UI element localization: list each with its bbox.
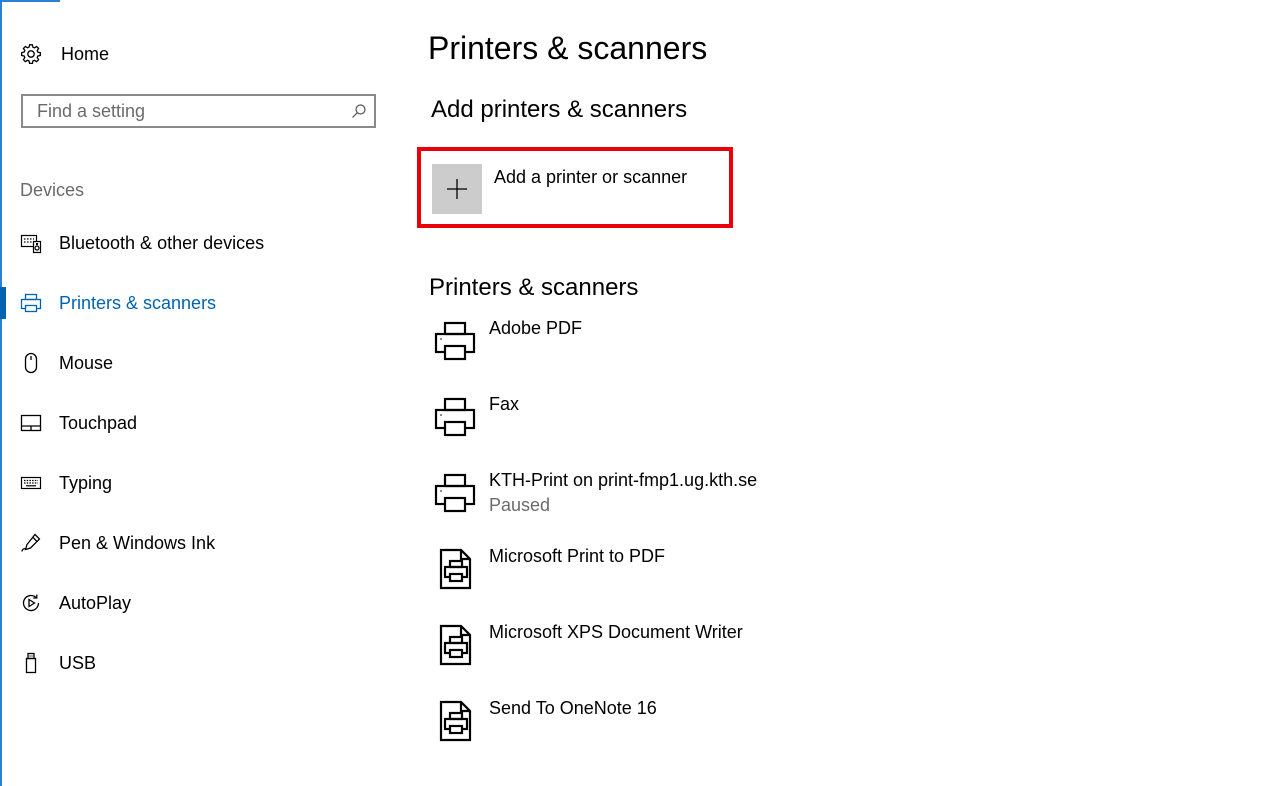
printer-icon bbox=[432, 394, 478, 440]
sidebar-item-mouse[interactable]: Mouse bbox=[0, 343, 400, 383]
device-name: KTH-Print on print-fmp1.ug.kth.se bbox=[489, 470, 758, 490]
plus-icon bbox=[432, 164, 482, 214]
add-printer-label: Add a printer or scanner bbox=[494, 167, 688, 187]
search-icon[interactable] bbox=[344, 96, 374, 126]
settings-sidebar: Home Devices Bluetooth & other devices bbox=[0, 0, 400, 786]
sidebar-item-label: Mouse bbox=[59, 352, 114, 373]
sidebar-item-printers[interactable]: Printers & scanners bbox=[0, 283, 400, 323]
device-item[interactable]: Send To OneNote 16 bbox=[432, 698, 932, 758]
pen-icon bbox=[20, 532, 42, 554]
sidebar-item-label: Printers & scanners bbox=[59, 292, 217, 313]
sidebar-item-bluetooth[interactable]: Bluetooth & other devices bbox=[0, 223, 400, 263]
mouse-icon bbox=[20, 352, 42, 374]
device-item[interactable]: Adobe PDF bbox=[432, 318, 932, 378]
sidebar-item-typing[interactable]: Typing bbox=[0, 463, 400, 503]
document-printer-icon bbox=[432, 622, 478, 668]
search-box bbox=[21, 94, 376, 128]
device-name: Microsoft Print to PDF bbox=[489, 546, 666, 566]
sidebar-item-label: AutoPlay bbox=[59, 592, 132, 613]
document-printer-icon bbox=[432, 546, 478, 592]
device-item[interactable]: Fax bbox=[432, 394, 932, 454]
sidebar-item-pen[interactable]: Pen & Windows Ink bbox=[0, 523, 400, 563]
usb-icon bbox=[20, 652, 42, 674]
keyboard-icon bbox=[20, 472, 42, 494]
page-title: Printers & scanners bbox=[428, 30, 708, 66]
add-section-title: Add printers & scanners bbox=[431, 96, 688, 123]
add-printer-button[interactable]: Add a printer or scanner bbox=[432, 164, 687, 214]
device-item[interactable]: KTH-Print on print-fmp1.ug.kth.se Paused bbox=[432, 470, 932, 530]
devices-section-label: Devices bbox=[20, 180, 85, 200]
device-item[interactable]: Microsoft XPS Document Writer bbox=[432, 622, 932, 682]
device-status: Paused bbox=[489, 495, 551, 515]
device-name: Send To OneNote 16 bbox=[489, 698, 657, 718]
sidebar-item-autoplay[interactable]: AutoPlay bbox=[0, 583, 400, 623]
sidebar-item-label: Touchpad bbox=[59, 412, 138, 433]
touchpad-icon bbox=[20, 412, 42, 434]
printer-icon bbox=[432, 470, 478, 516]
sidebar-item-label: Pen & Windows Ink bbox=[59, 532, 216, 553]
printer-icon bbox=[432, 318, 478, 364]
device-name: Fax bbox=[489, 394, 520, 414]
sidebar-item-usb[interactable]: USB bbox=[0, 643, 400, 683]
search-input[interactable] bbox=[23, 97, 344, 125]
home-link[interactable]: Home bbox=[20, 40, 109, 68]
device-name: Adobe PDF bbox=[489, 318, 583, 338]
home-label: Home bbox=[61, 43, 110, 64]
device-item[interactable]: Microsoft Print to PDF bbox=[432, 546, 932, 606]
main-content: Printers & scanners Add printers & scann… bbox=[400, 0, 1279, 786]
sidebar-item-label: Typing bbox=[59, 472, 113, 493]
autoplay-icon bbox=[20, 592, 42, 614]
printers-list-title: Printers & scanners bbox=[429, 274, 639, 301]
sidebar-item-touchpad[interactable]: Touchpad bbox=[0, 403, 400, 443]
gear-icon bbox=[20, 43, 42, 65]
document-printer-icon bbox=[432, 698, 478, 744]
printer-icon bbox=[20, 292, 42, 314]
sidebar-item-label: USB bbox=[59, 652, 97, 673]
keyboard-speaker-icon bbox=[20, 232, 42, 254]
sidebar-item-label: Bluetooth & other devices bbox=[59, 232, 265, 253]
device-name: Microsoft XPS Document Writer bbox=[489, 622, 743, 642]
